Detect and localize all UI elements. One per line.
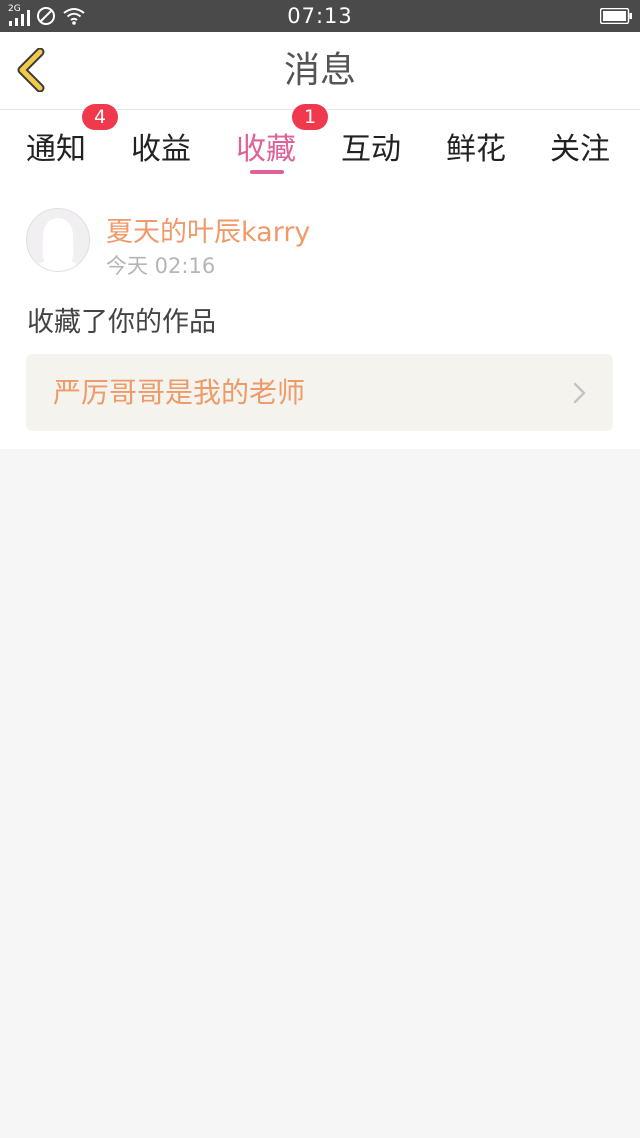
chevron-right-icon: [573, 382, 586, 404]
tab-earnings[interactable]: 收益: [131, 110, 195, 182]
tab-label: 收藏: [236, 132, 296, 167]
active-tab-indicator: [250, 170, 284, 174]
battery-icon: [600, 8, 632, 24]
avatar[interactable]: [26, 208, 90, 272]
tab-label: 通知: [26, 132, 86, 167]
tab-favorites[interactable]: 收藏 1: [236, 104, 328, 182]
tab-notifications[interactable]: 通知 4: [26, 104, 118, 182]
message-card: 夏天的叶辰karry 今天 02:16 收藏了你的作品 严厉哥哥是我的老师: [0, 182, 640, 449]
tab-label: 鲜花: [446, 132, 506, 167]
status-bar: 2G 07:13: [0, 0, 640, 32]
work-title: 严厉哥哥是我的老师: [53, 376, 306, 409]
message-timestamp: 今天 02:16: [106, 254, 216, 278]
tab-following[interactable]: 关注: [550, 110, 614, 182]
tab-label: 收益: [131, 132, 191, 167]
default-avatar-icon: [32, 218, 84, 271]
unread-badge: 1: [292, 104, 328, 130]
message-text: 收藏了你的作品: [27, 307, 216, 338]
tab-label: 关注: [550, 132, 610, 167]
tab-interactions[interactable]: 互动: [341, 110, 405, 182]
username-link[interactable]: 夏天的叶辰karry: [106, 210, 310, 249]
app-header: 消息: [0, 32, 640, 110]
page-title: 消息: [283, 50, 356, 91]
tab-flowers[interactable]: 鲜花: [446, 110, 510, 182]
work-link[interactable]: 严厉哥哥是我的老师: [26, 354, 613, 431]
unread-badge: 4: [82, 104, 118, 130]
status-time: 07:13: [287, 4, 353, 28]
tab-label: 互动: [341, 132, 401, 167]
tab-bar: 通知 4 收益 收藏 1 互动 鲜花 关注: [0, 104, 640, 182]
